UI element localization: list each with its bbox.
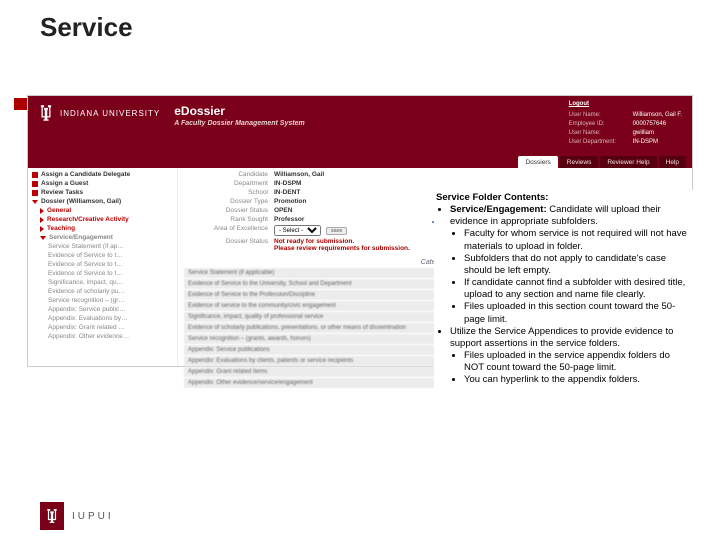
- sidebar-folder-service[interactable]: Service/Engagement: [30, 233, 175, 242]
- sidebar-subitem[interactable]: Appendix: Evaluations by…: [30, 314, 175, 323]
- sidebar-assign-delegate[interactable]: Assign a Candidate Delegate: [30, 170, 175, 179]
- sidebar-subitem[interactable]: Appendix: Service public…: [30, 305, 175, 314]
- sidebar-subitem[interactable]: Appendix: Grant related …: [30, 323, 175, 332]
- overlay-bullet: Service/Engagement: Candidate will uploa…: [450, 204, 692, 326]
- sidebar-folder-teaching[interactable]: Teaching: [30, 224, 175, 233]
- field-label: School: [184, 189, 274, 196]
- overlay-subbullet: Files uploaded in the service appendix f…: [464, 350, 692, 374]
- footer-text: IUPUI: [72, 511, 114, 522]
- sidebar-assign-guest[interactable]: Assign a Guest: [30, 179, 175, 188]
- field-value: IN-DSPM: [274, 180, 301, 187]
- field-value: Promotion: [274, 198, 307, 205]
- sidebar-subitem[interactable]: Evidence of Service to t…: [30, 260, 175, 269]
- overlay-subbullet: You can hyperlink to the appendix folder…: [464, 374, 692, 386]
- sidebar-review-tasks[interactable]: Review Tasks: [30, 188, 175, 197]
- tab-reviews[interactable]: Reviews: [560, 156, 599, 168]
- caret-right-icon: [40, 226, 44, 232]
- sidebar-subitem[interactable]: Evidence of Service to t…: [30, 269, 175, 278]
- sidebar-subitem[interactable]: Significance, impact, qu…: [30, 278, 175, 287]
- caret-down-icon: [32, 200, 38, 204]
- field-label: Dossier Type: [184, 198, 274, 205]
- product-name: eDossier: [174, 104, 304, 118]
- iu-trident-icon: [38, 104, 54, 122]
- field-label: Dossier Status: [184, 207, 274, 214]
- sidebar-folder-research[interactable]: Research/Creative Activity: [30, 215, 175, 224]
- caret-right-icon: [40, 217, 44, 223]
- sidebar-subitem[interactable]: Service Statement (if ap…: [30, 242, 175, 251]
- university-mark: INDIANA UNIVERSITY: [38, 104, 160, 122]
- university-name: INDIANA UNIVERSITY: [60, 109, 160, 118]
- annotation-overlay: Service Folder Contents: Service/Engagem…: [434, 190, 694, 389]
- field-label: Candidate: [184, 171, 274, 178]
- tab-help[interactable]: Help: [659, 156, 686, 168]
- field-label: Department: [184, 180, 274, 187]
- status-label: Dossier Status: [184, 238, 274, 252]
- overlay-subbullet: Files uploaded in this section count tow…: [464, 301, 692, 325]
- field-value: Williamson, Gail: [274, 171, 324, 178]
- logout-link[interactable]: Logout: [569, 100, 682, 109]
- overlay-header: Service Folder Contents:: [436, 192, 692, 204]
- banner-userinfo: Logout User Name:Williamson, Gail F. Emp…: [569, 100, 682, 147]
- overlay-subbullet: If candidate cannot find a subfolder wit…: [464, 277, 692, 301]
- overlay-subbullet: Subfolders that do not apply to candidat…: [464, 253, 692, 277]
- field-value: OPEN: [274, 207, 292, 214]
- status-msg: Please review requirements for submissio…: [274, 245, 410, 252]
- page-title: Service: [0, 0, 720, 51]
- sidebar-subitem[interactable]: Service recognition – (gr…: [30, 296, 175, 305]
- app-banner: INDIANA UNIVERSITY eDossier A Faculty Do…: [28, 96, 692, 168]
- bullet-icon: [32, 181, 38, 187]
- field-label: Rank Sought: [184, 216, 274, 223]
- sidebar-folder-general[interactable]: General: [30, 206, 175, 215]
- field-value: Professor: [274, 216, 304, 223]
- caret-down-icon: [40, 236, 46, 240]
- sidebar-subitem[interactable]: Appendix: Other evidence…: [30, 332, 175, 341]
- accent-block: [14, 98, 28, 110]
- sidebar-dossier[interactable]: Dossier (Williamson, Gail): [30, 197, 175, 206]
- aoe-select[interactable]: - Select -: [274, 225, 321, 236]
- overlay-bullet: Utilize the Service Appendices to provid…: [450, 326, 692, 387]
- nav-tabs: Dossiers Reviews Reviewer Help Help: [518, 156, 686, 168]
- product-subtitle: A Faculty Dossier Management System: [174, 120, 304, 127]
- overlay-subbullet: Faculty for whom service is not required…: [464, 228, 692, 252]
- sidebar: Assign a Candidate Delegate Assign a Gue…: [28, 168, 178, 366]
- slide-footer: IUPUI: [40, 502, 114, 530]
- tab-dossiers[interactable]: Dossiers: [518, 156, 557, 168]
- status-msg: Not ready for submission.: [274, 238, 354, 245]
- field-value: IN-DENT: [274, 189, 300, 196]
- iu-footer-logo: [40, 502, 64, 530]
- sidebar-subitem[interactable]: Evidence of scholarly pu…: [30, 287, 175, 296]
- bullet-icon: [32, 172, 38, 178]
- sidebar-subitem[interactable]: Evidence of Service to t…: [30, 251, 175, 260]
- tab-reviewer-help[interactable]: Reviewer Help: [600, 156, 656, 168]
- aoe-label: Area of Excellence: [184, 225, 274, 236]
- save-button[interactable]: save: [326, 227, 348, 235]
- banner-center: eDossier A Faculty Dossier Management Sy…: [174, 104, 304, 127]
- caret-right-icon: [40, 208, 44, 214]
- bullet-icon: [32, 190, 38, 196]
